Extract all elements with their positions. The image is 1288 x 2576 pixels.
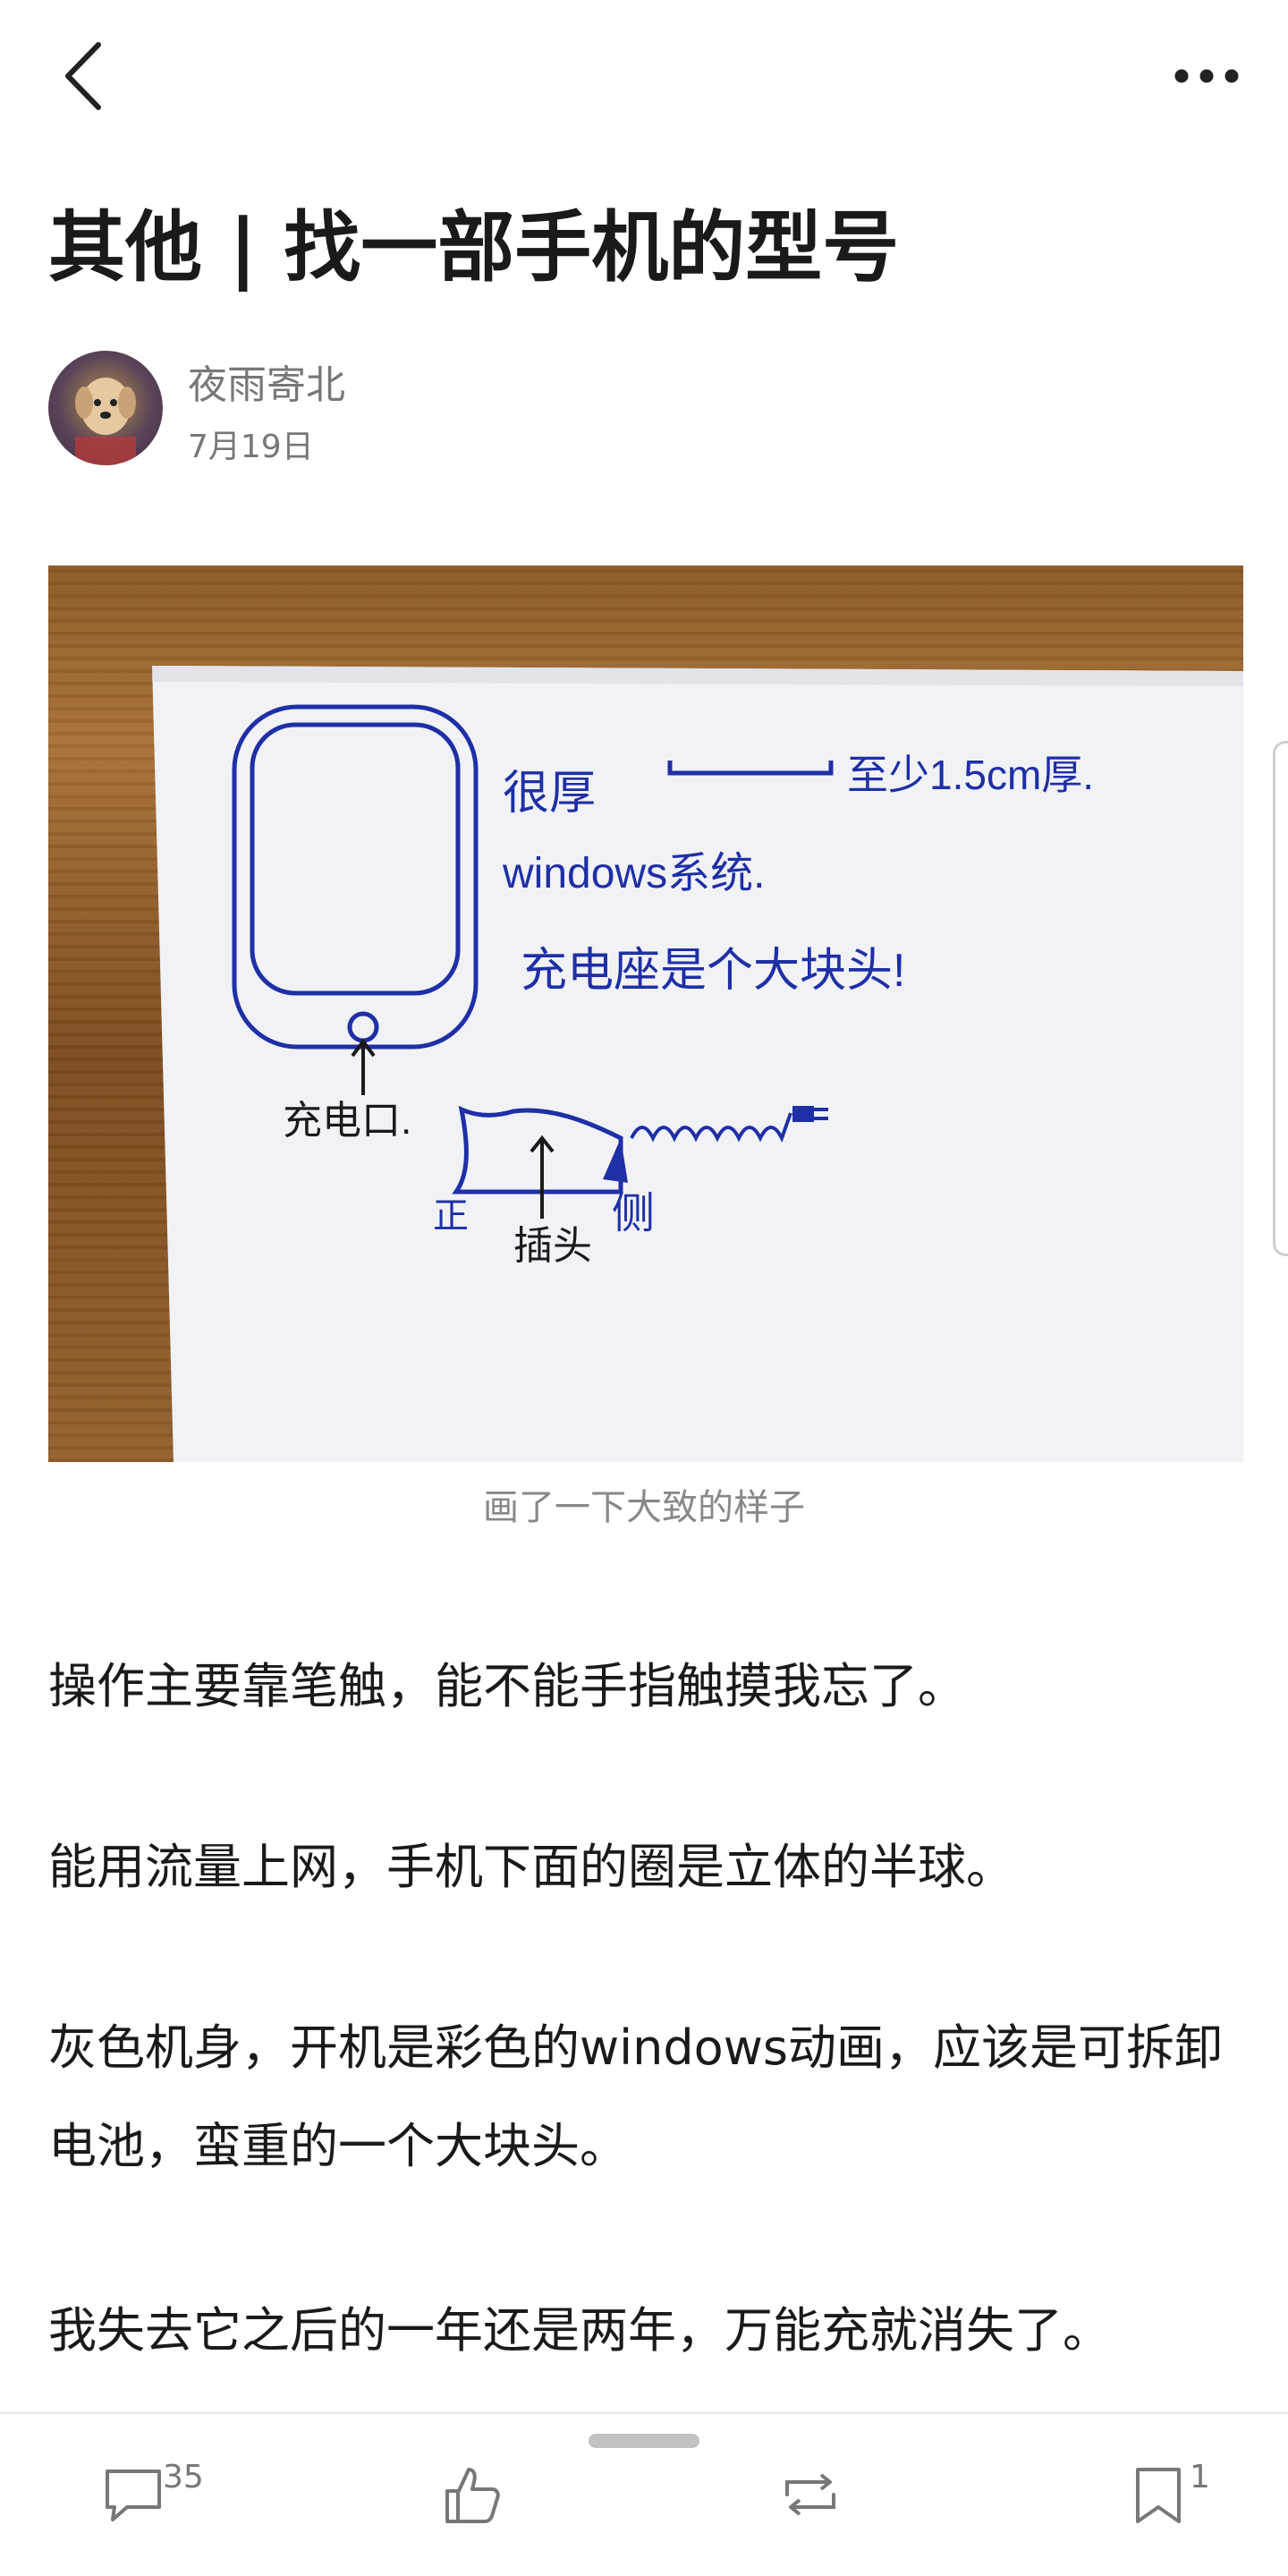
more-button[interactable] [1166, 49, 1247, 103]
bottom-action-bar: 35 1 [0, 2412, 1288, 2576]
repost-icon [785, 2473, 835, 2516]
handwriting-port-left: 充电口. [283, 1099, 411, 1143]
like-button[interactable] [436, 2459, 571, 2557]
image-caption: 画了一下大致的样子 [483, 1487, 805, 1528]
bookmark-count: 1 [1190, 2459, 1210, 2495]
repost-button[interactable] [775, 2459, 909, 2557]
handwriting-front: 正 [433, 1196, 469, 1236]
handwriting-charger: 充电座是个大块头! [521, 945, 905, 997]
back-button[interactable] [52, 36, 123, 116]
article-image[interactable]: 很厚 至少1.5cm厚. windows系统. 充电座是个大块头! 充电口. 正… [48, 565, 1243, 1462]
chevron-left-icon [65, 42, 101, 110]
paragraph-1: 操作主要靠笔触，能不能手指触摸我忘了。 [48, 1658, 966, 1714]
paragraph-3: 灰色机身，开机是彩色的windows动画，应该是可拆卸电池，蛮重的一个大块头。 [48, 2019, 1224, 2174]
article-title: 其他 | 找一部手机的型号 [48, 203, 900, 293]
handwriting-port-bottom: 插头 [513, 1224, 592, 1268]
handwriting-system: windows系统. [502, 850, 765, 897]
more-horizontal-icon [1174, 69, 1239, 83]
sketch-drawing: 很厚 至少1.5cm厚. windows系统. 充电座是个大块头! 充电口. 正… [152, 666, 1243, 1462]
bookmark-button[interactable]: 1 [1125, 2459, 1259, 2557]
handwriting-side: 侧 [612, 1190, 655, 1237]
comment-count: 35 [163, 2459, 204, 2495]
bookmark-icon [1136, 2468, 1181, 2523]
comment-icon [106, 2470, 161, 2521]
author-block[interactable]: 夜雨寄北 7月19日 [48, 349, 674, 470]
paragraph-2: 能用流量上网，手机下面的圈是立体的半球。 [48, 1839, 1014, 1895]
thumbs-up-icon [445, 2468, 500, 2523]
handwriting-thick: 很厚 [503, 768, 596, 820]
avatar[interactable] [48, 351, 163, 465]
drag-handle[interactable] [589, 2434, 699, 2448]
puppy-avatar [75, 378, 136, 465]
post-date: 7月19日 [188, 429, 314, 465]
top-bar [0, 0, 1288, 152]
scroll-handle[interactable] [1273, 741, 1288, 1256]
handwriting-thickness: 至少1.5cm厚. [847, 752, 1094, 798]
author-name[interactable]: 夜雨寄北 [188, 353, 345, 410]
paragraph-4: 我失去它之后的一年还是两年，万能充就消失了。 [48, 2302, 1111, 2359]
comment-button[interactable]: 35 [98, 2459, 233, 2557]
